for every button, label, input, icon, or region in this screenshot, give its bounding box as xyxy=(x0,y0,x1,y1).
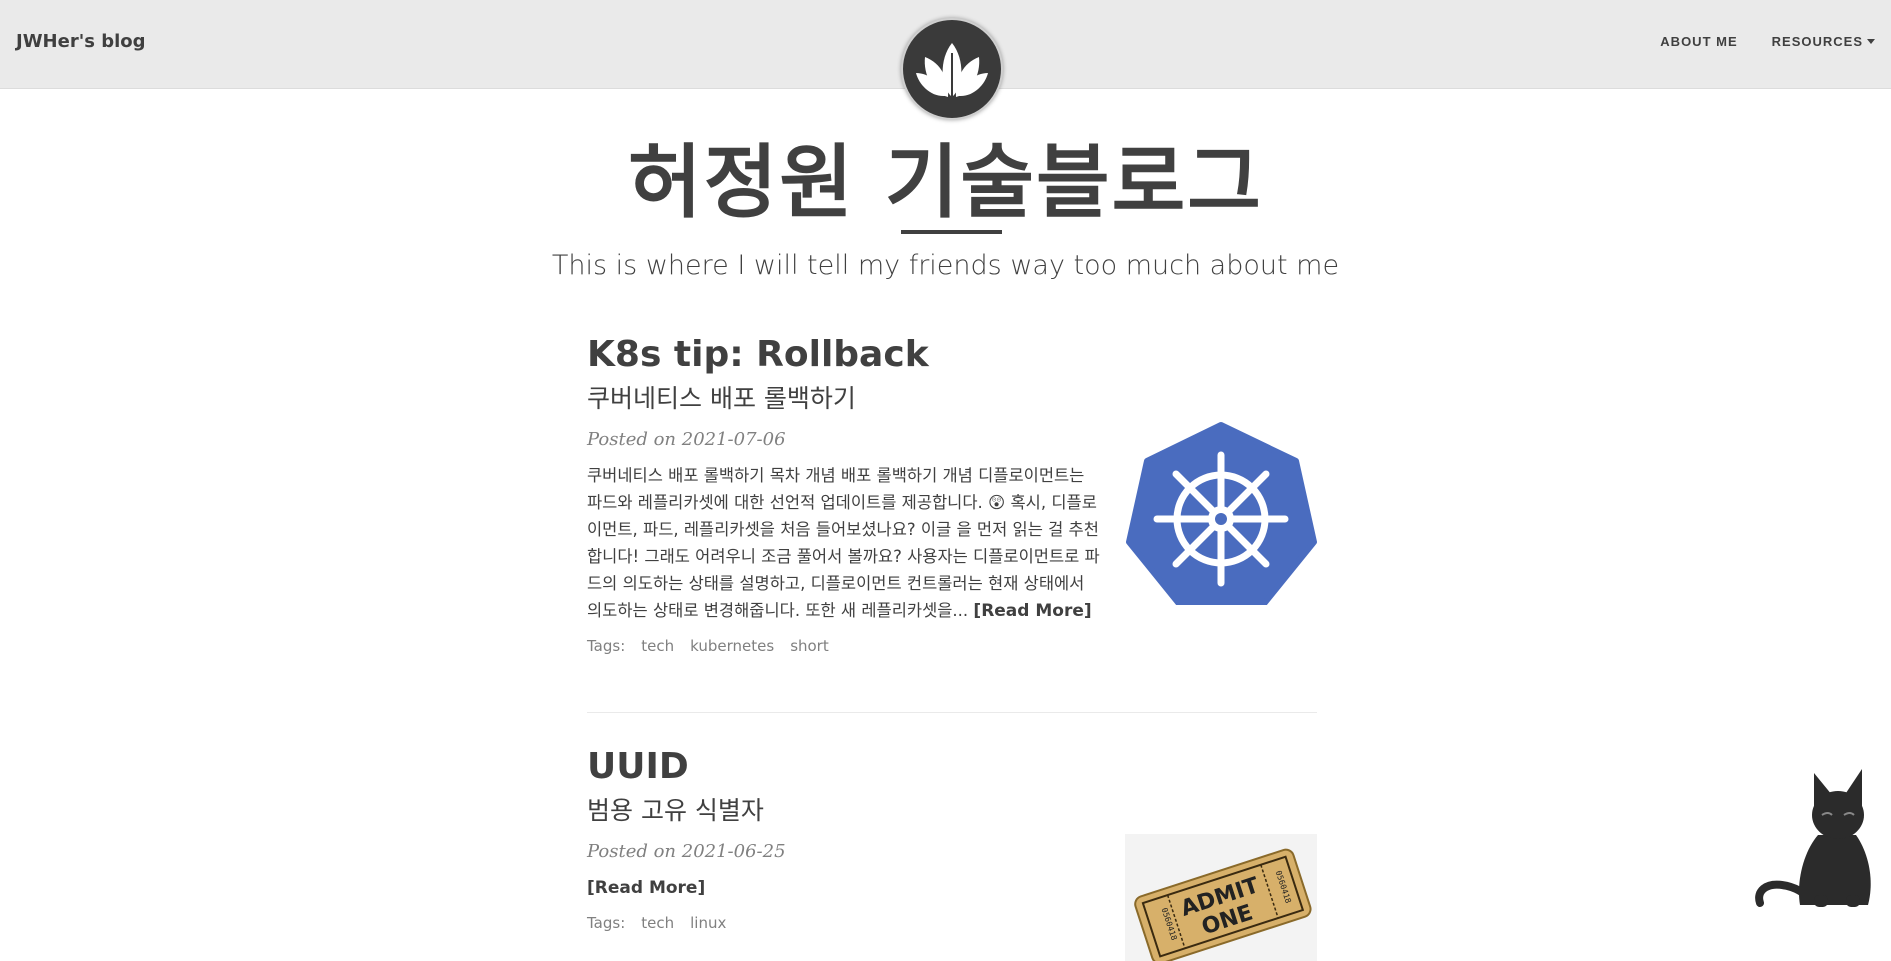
read-more-link[interactable]: [Read More] xyxy=(973,601,1091,621)
nav-links: ABOUT ME RESOURCES xyxy=(1626,34,1875,49)
post-image-ticket[interactable]: ADMIT ONE 0560418 0560418 xyxy=(1125,834,1317,961)
admit-one-ticket-icon: ADMIT ONE 0560418 0560418 xyxy=(1134,848,1312,961)
post-image-kubernetes[interactable] xyxy=(1126,421,1317,608)
post-subtitle: 쿠버네티스 배포 롤백하기 xyxy=(587,384,856,413)
post-excerpt: [Read More] xyxy=(587,874,1102,902)
post-subtitle: 범용 고유 식별자 xyxy=(587,796,764,825)
black-cat-icon xyxy=(1755,769,1871,907)
site-title: 허정원 기술블로그 xyxy=(628,136,1263,229)
caret-down-icon xyxy=(1867,39,1875,44)
brand-link[interactable]: JWHer's blog xyxy=(16,31,146,52)
post-divider xyxy=(587,712,1317,713)
post-excerpt: 쿠버네티스 배포 롤백하기 목차 개념 배포 롤백하기 개념 디플로이먼트는 파… xyxy=(587,462,1102,625)
post-title-link[interactable]: UUID 범용 고유 식별자 xyxy=(587,746,1317,827)
nav-resources-label: RESOURCES xyxy=(1771,34,1863,49)
tag-link[interactable]: linux xyxy=(690,914,726,932)
nav-about-me[interactable]: ABOUT ME xyxy=(1660,34,1737,49)
leaf-logo-icon xyxy=(916,43,988,97)
avatar-logo[interactable] xyxy=(901,18,1003,120)
tag-link[interactable]: short xyxy=(790,637,829,655)
post-excerpt-text: 쿠버네티스 배포 롤백하기 목차 개념 배포 롤백하기 개념 디플로이먼트는 파… xyxy=(587,466,1100,620)
post-title: UUID xyxy=(587,746,689,787)
tag-link[interactable]: kubernetes xyxy=(690,637,774,655)
read-more-link[interactable]: [Read More] xyxy=(587,878,705,898)
kubernetes-icon xyxy=(1126,422,1317,608)
title-divider xyxy=(901,230,1002,234)
tags-label: Tags: xyxy=(587,637,626,655)
tag-link[interactable]: tech xyxy=(641,914,674,932)
post-tags: Tags: tech kubernetes short xyxy=(587,637,1317,655)
site-subtitle: This is where I will tell my friends way… xyxy=(551,250,1340,281)
nav-resources-dropdown[interactable]: RESOURCES xyxy=(1772,34,1875,49)
tags-label: Tags: xyxy=(587,914,626,932)
tag-link[interactable]: tech xyxy=(641,637,674,655)
post-title-link[interactable]: K8s tip: Rollback 쿠버네티스 배포 롤백하기 xyxy=(587,334,1317,415)
post-title: K8s tip: Rollback xyxy=(587,334,929,375)
cat-mascot[interactable] xyxy=(1752,763,1877,913)
